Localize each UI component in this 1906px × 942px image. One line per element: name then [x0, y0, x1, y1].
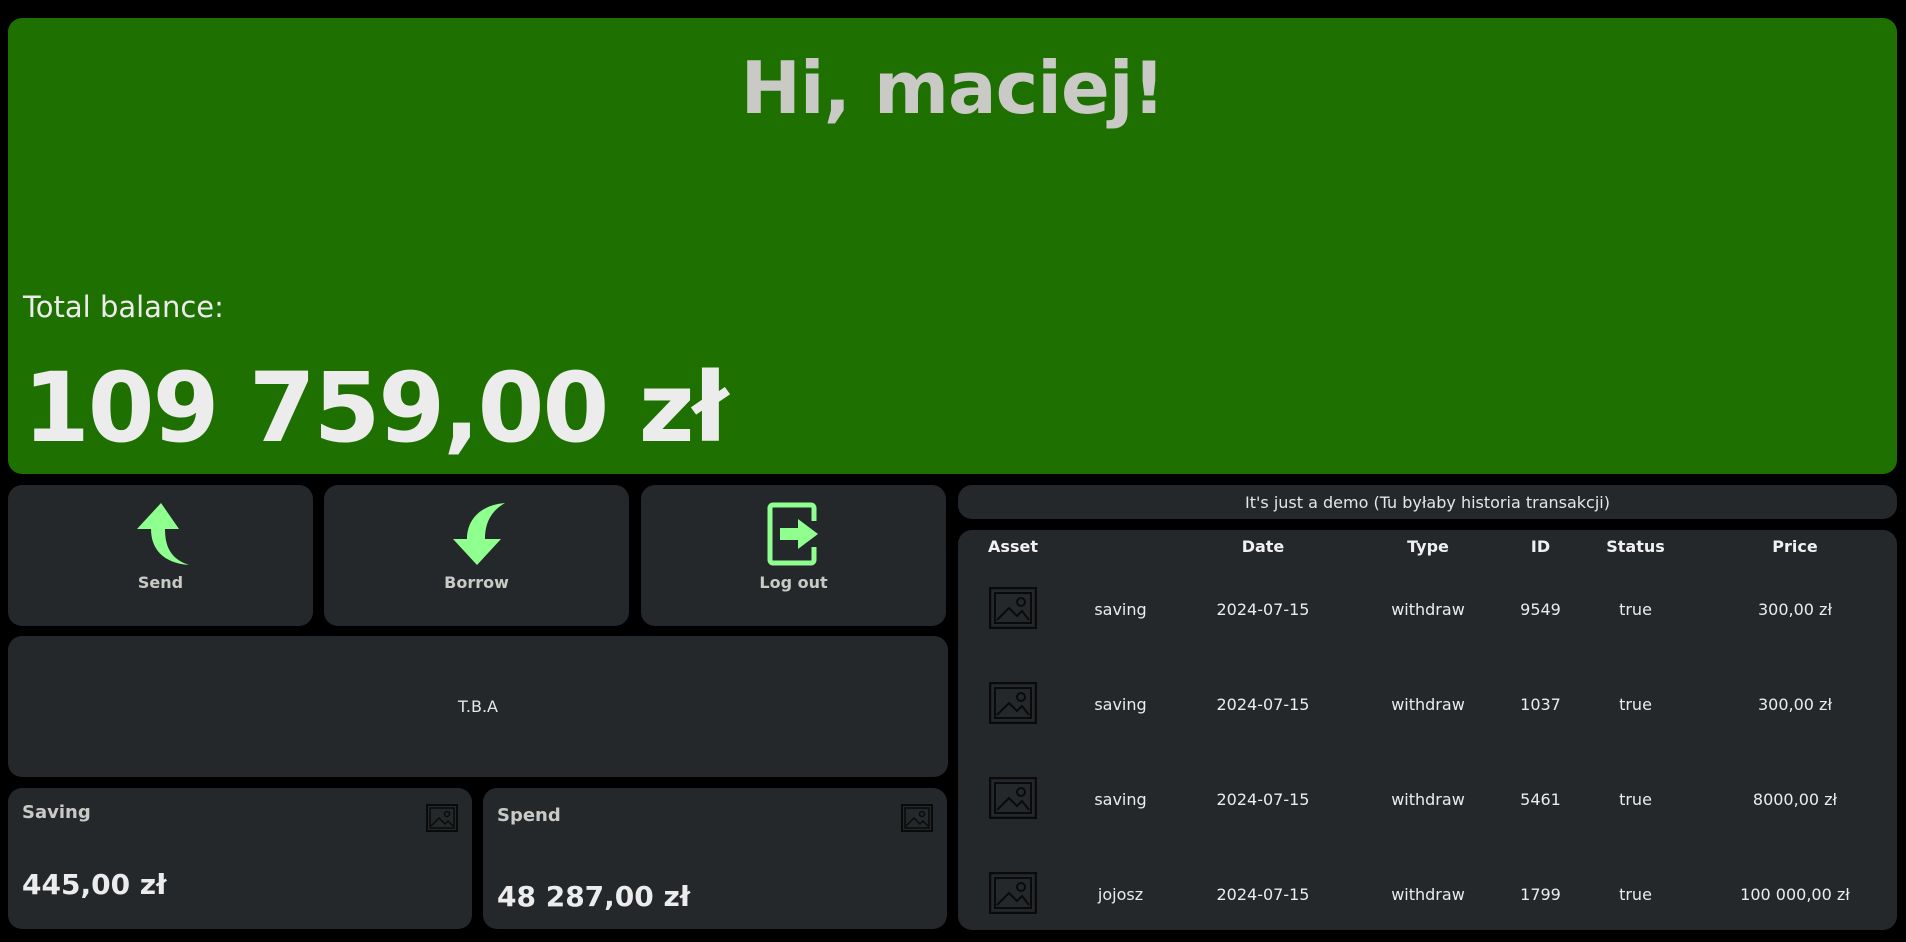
cell-date: 2024-07-15	[1216, 695, 1310, 714]
demo-banner-text: It's just a demo (Tu byłaby historia tra…	[1245, 492, 1610, 512]
cell-id: 9549	[1520, 600, 1561, 619]
greeting-title: Hi, maciej!	[740, 46, 1166, 130]
asset-icon-cell	[958, 562, 1068, 657]
image-placeholder-icon	[426, 804, 458, 832]
tba-panel: T.B.A	[8, 636, 948, 777]
balance-hero: Hi, maciej! Total balance: 109 759,00 zł	[8, 18, 1897, 474]
column-header-status: Status	[1606, 536, 1665, 556]
cell-date: 2024-07-15	[1216, 790, 1310, 809]
cell-id: 1037	[1520, 695, 1561, 714]
table-row: saving 2024-07-15 withdraw 9549 true 300,00 z…	[958, 562, 1897, 657]
cell-id: 5461	[1520, 790, 1561, 809]
spend-value: 48 287,00 zł	[497, 880, 691, 913]
cell-status: true	[1619, 885, 1652, 904]
image-placeholder-icon	[988, 681, 1038, 724]
spend-title: Spend	[497, 805, 561, 826]
cell-id: 1799	[1520, 885, 1561, 904]
cell-status: true	[1619, 790, 1652, 809]
cell-price: 300,00 zł	[1757, 695, 1832, 714]
borrow-label: Borrow	[444, 573, 509, 592]
borrow-button[interactable]: Borrow	[324, 485, 629, 626]
table-row: jojosz 2024-07-15 withdraw 1799 true 100 000,…	[958, 847, 1897, 942]
arrow-up-curved-icon	[136, 503, 189, 565]
asset-icon-cell	[958, 752, 1068, 847]
table-row: saving 2024-07-15 withdraw 1037 true 300,00 z…	[958, 657, 1897, 752]
cell-price: 100 000,00 zł	[1740, 885, 1850, 904]
total-balance-value: 109 759,00 zł	[23, 352, 728, 464]
total-balance-label: Total balance:	[23, 290, 224, 324]
transactions-table: Asset Date Type ID Status Price saving 20…	[958, 530, 1897, 942]
cell-type: withdraw	[1391, 600, 1465, 619]
cell-name: saving	[1094, 790, 1147, 809]
cell-type: withdraw	[1391, 695, 1465, 714]
transactions-panel: Asset Date Type ID Status Price saving 20…	[958, 530, 1897, 930]
demo-banner: It's just a demo (Tu byłaby historia tra…	[958, 485, 1897, 519]
table-header-row: Asset Date Type ID Status Price	[958, 530, 1897, 562]
saving-card: Saving 445,00 zł	[8, 788, 472, 929]
column-header-price: Price	[1772, 536, 1818, 556]
cell-status: true	[1619, 695, 1652, 714]
send-button[interactable]: Send	[8, 485, 313, 626]
arrow-down-curved-icon	[452, 503, 505, 565]
logout-button[interactable]: Log out	[641, 485, 946, 626]
logout-label: Log out	[759, 573, 828, 592]
cell-price: 8000,00 zł	[1752, 790, 1838, 809]
asset-icon-cell	[958, 847, 1068, 942]
column-header-name	[1068, 530, 1173, 562]
table-row: saving 2024-07-15 withdraw 5461 true 8000,00 …	[958, 752, 1897, 847]
image-placeholder-icon	[901, 804, 933, 832]
column-header-date: Date	[1241, 536, 1285, 556]
send-label: Send	[137, 573, 184, 592]
column-header-asset: Asset	[988, 536, 1038, 556]
spend-card: Spend 48 287,00 zł	[483, 788, 947, 929]
saving-value: 445,00 zł	[22, 868, 167, 901]
exit-icon	[767, 502, 818, 566]
cell-type: withdraw	[1391, 885, 1465, 904]
image-placeholder-icon	[988, 586, 1038, 629]
column-header-type: Type	[1407, 536, 1449, 556]
cell-price: 300,00 zł	[1757, 600, 1832, 619]
tba-text: T.B.A	[458, 697, 498, 716]
image-placeholder-icon	[988, 776, 1038, 819]
column-header-id: ID	[1530, 536, 1551, 556]
cell-name: saving	[1094, 600, 1147, 619]
image-placeholder-icon	[988, 871, 1038, 914]
cell-name: jojosz	[1097, 885, 1144, 904]
cell-name: saving	[1094, 695, 1147, 714]
cell-date: 2024-07-15	[1216, 600, 1310, 619]
asset-icon-cell	[958, 657, 1068, 752]
saving-title: Saving	[22, 802, 91, 823]
cell-status: true	[1619, 600, 1652, 619]
cell-date: 2024-07-15	[1216, 885, 1310, 904]
cell-type: withdraw	[1391, 790, 1465, 809]
